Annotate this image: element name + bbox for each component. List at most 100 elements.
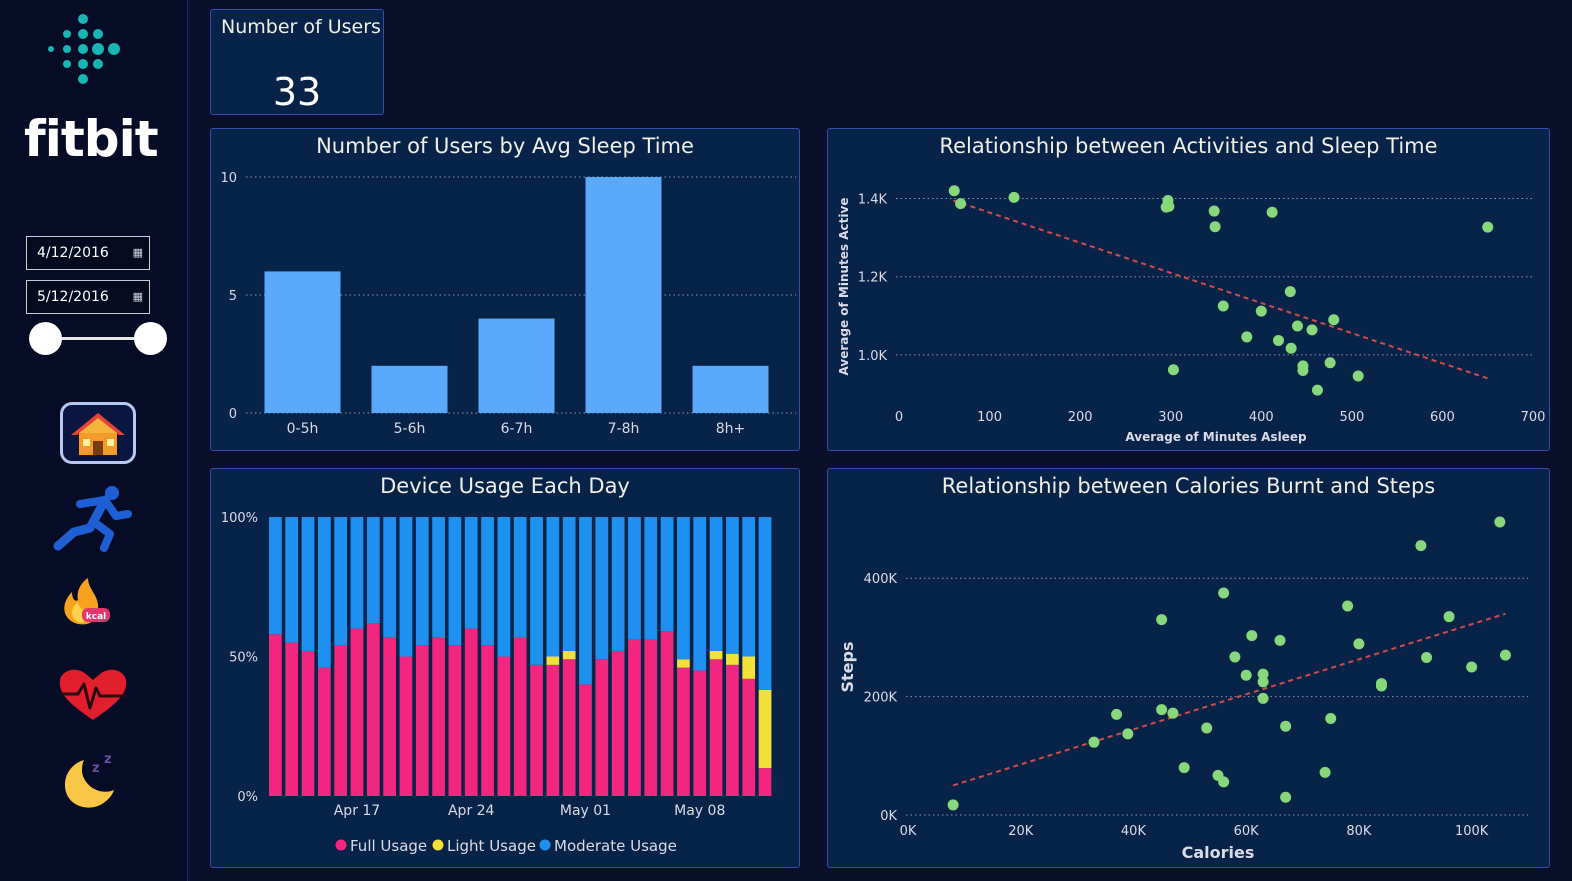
bar-segment-moderate-usage	[285, 517, 299, 643]
start-date-input[interactable]: 4/12/2016 ▦	[26, 236, 150, 270]
data-point	[1319, 766, 1331, 778]
bar-segment-full-usage	[758, 768, 772, 796]
x-tick-label: 100	[977, 410, 1002, 425]
nav-home-button[interactable]	[60, 402, 136, 464]
bar-segment-full-usage	[383, 636, 396, 796]
bar-segment-moderate-usage	[546, 517, 560, 657]
svg-text:kcal: kcal	[86, 612, 106, 622]
legend-marker	[539, 839, 551, 851]
kcal-flame-icon[interactable]: kcal	[58, 578, 114, 628]
heartbeat-icon[interactable]	[56, 666, 130, 724]
x-axis-label: Average of Minutes Asleep	[1125, 430, 1307, 444]
bar-0-5h	[264, 271, 341, 413]
y-tick-label: 100%	[221, 511, 258, 526]
data-point	[1088, 736, 1100, 748]
bar-segment-full-usage	[562, 659, 576, 796]
data-point	[1292, 320, 1304, 332]
svg-text:z: z	[104, 752, 112, 767]
data-point	[1466, 661, 1478, 673]
x-tick-label: 60K	[1234, 824, 1260, 839]
x-axis-label: Calories	[1182, 843, 1255, 862]
data-point	[1324, 357, 1336, 369]
bar-8h+	[692, 365, 769, 413]
data-point	[1280, 791, 1292, 803]
data-point	[1306, 324, 1318, 336]
y-tick-label: 200K	[864, 691, 898, 706]
user-count-card: Number of Users 33	[210, 9, 384, 115]
bar-segment-moderate-usage	[677, 517, 690, 660]
data-point	[948, 185, 960, 197]
sleep-bar-chart: 0 5 10 0-5h 5-6h 6-7h 7-8h 8h+	[220, 171, 796, 437]
date-range-end-handle[interactable]	[134, 322, 167, 355]
data-point	[1266, 206, 1278, 218]
y-tick-label: 50%	[229, 651, 258, 666]
y-tick-label: 1.4K	[858, 193, 888, 208]
calories-steps-chart-card: Relationship between Calories Burnt and …	[827, 468, 1550, 868]
bar-segment-moderate-usage	[513, 517, 527, 637]
data-point	[1229, 651, 1241, 663]
bar-7-8h	[585, 177, 662, 413]
x-tick-label: 600	[1430, 410, 1455, 425]
bar-segment-full-usage	[677, 667, 690, 796]
kpi-label: Number of Users	[221, 16, 381, 38]
bar-segment-moderate-usage	[530, 517, 543, 665]
y-tick-label: 1.0K	[858, 349, 888, 364]
bar-segment-full-usage	[644, 639, 658, 796]
data-point	[1167, 707, 1179, 719]
data-point	[1353, 638, 1365, 650]
data-point	[1274, 634, 1286, 646]
x-tick-label: 5-6h	[394, 421, 426, 437]
x-tick-label: 20K	[1008, 824, 1034, 839]
bar-segment-moderate-usage	[415, 517, 429, 646]
bar-segment-moderate-usage	[611, 517, 625, 651]
legend-marker	[432, 839, 444, 851]
bar-segment-full-usage	[660, 631, 674, 796]
bar-segment-moderate-usage	[562, 517, 576, 651]
end-date-input[interactable]: 5/12/2016 ▦	[26, 280, 150, 314]
bar-segment-moderate-usage	[432, 517, 445, 637]
data-point	[1280, 720, 1292, 732]
x-tick-label: 0-5h	[287, 421, 319, 437]
data-point	[1328, 314, 1340, 326]
x-tick-label: 200	[1068, 410, 1093, 425]
data-point	[1257, 676, 1269, 688]
calendar-icon[interactable]: ▦	[133, 290, 143, 303]
date-range-start-handle[interactable]	[29, 322, 62, 355]
y-tick-label: 10	[220, 171, 237, 186]
home-icon	[71, 413, 125, 455]
data-point	[1217, 300, 1229, 312]
bar-segment-moderate-usage	[448, 517, 462, 646]
bar-segment-full-usage	[481, 645, 494, 796]
kpi-value: 33	[272, 70, 322, 114]
bar-segment-moderate-usage	[269, 517, 282, 635]
sleep-moon-icon[interactable]: z z	[56, 750, 122, 812]
trend-line	[952, 612, 1506, 787]
y-tick-label: 0	[229, 407, 237, 422]
x-tick-label: 0K	[900, 824, 917, 839]
bar-segment-full-usage	[579, 684, 592, 796]
data-point	[1218, 587, 1230, 599]
bar-segment-full-usage	[366, 623, 380, 796]
bar-segment-full-usage	[350, 628, 364, 796]
bar-segment-full-usage	[285, 642, 299, 796]
x-tick-label: 100K	[1455, 824, 1489, 839]
data-point	[1241, 331, 1253, 343]
data-point	[1257, 692, 1269, 704]
data-point	[955, 198, 967, 210]
data-point	[1494, 516, 1506, 528]
bar-segment-moderate-usage	[301, 517, 315, 651]
brand-wordmark: fitbit	[24, 110, 159, 168]
bar-segment-light-usage	[758, 689, 772, 769]
data-point	[1201, 722, 1213, 734]
bar-segment-light-usage	[726, 653, 739, 665]
calendar-icon[interactable]: ▦	[133, 246, 143, 259]
running-icon[interactable]	[50, 484, 134, 552]
bar-segment-full-usage	[693, 670, 707, 796]
bar-segment-moderate-usage	[726, 517, 739, 654]
bar-segment-moderate-usage	[595, 517, 609, 660]
bar-segment-moderate-usage	[366, 517, 380, 624]
bar-segment-light-usage	[742, 656, 756, 679]
x-tick-label: 8h+	[716, 421, 746, 437]
data-point	[1209, 221, 1221, 233]
x-tick-label: 7-8h	[608, 421, 640, 437]
